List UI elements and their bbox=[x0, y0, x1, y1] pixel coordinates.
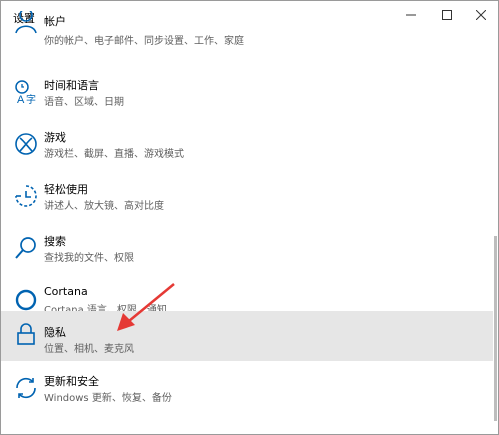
annotation-arrow-icon bbox=[117, 283, 175, 331]
settings-window: 设置 帐户 你的帐户、电子邮件、同步设置、工作、家庭 A 字 时间和语言 语音、… bbox=[0, 0, 499, 435]
